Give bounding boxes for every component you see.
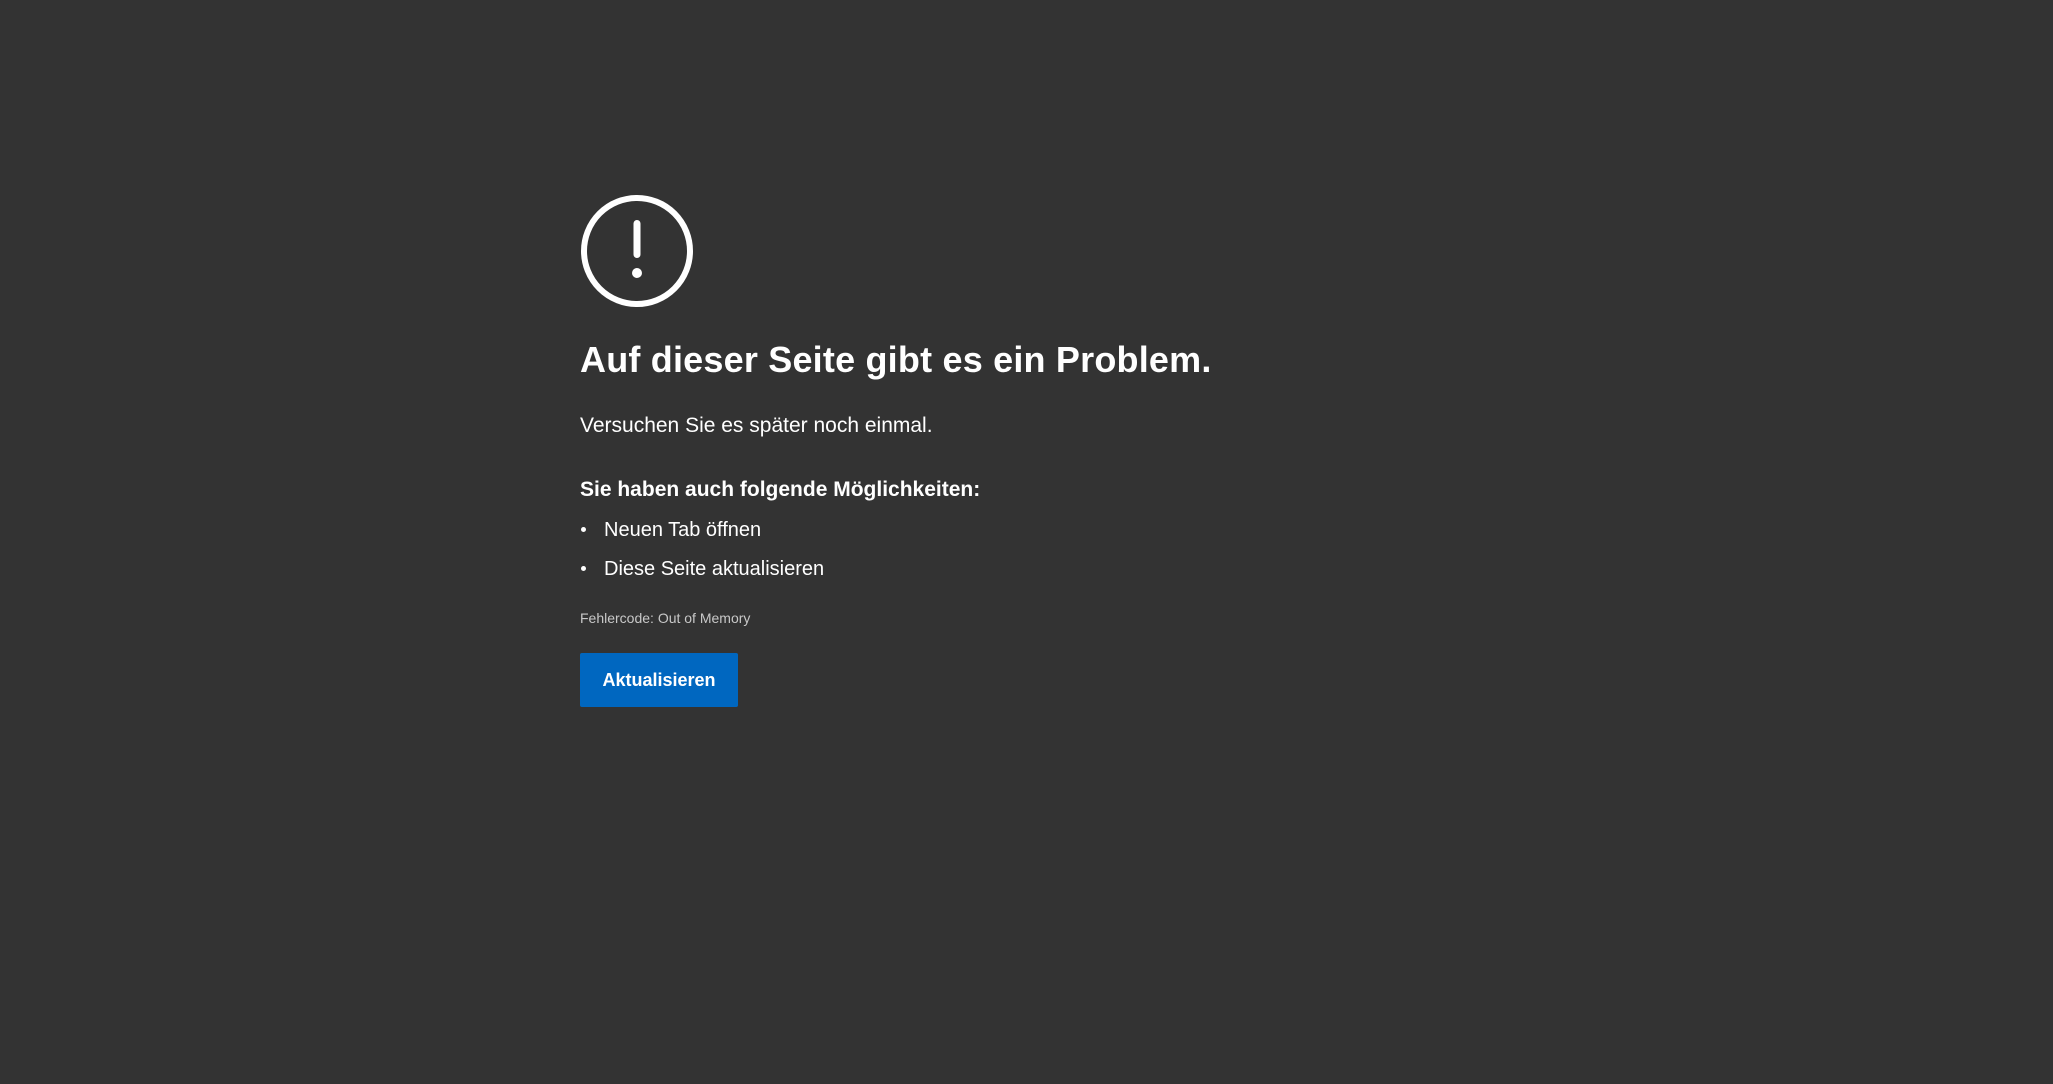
options-heading: Sie haben auch folgende Möglichkeiten: [580,478,981,501]
option-refresh-page[interactable]: Diese Seite aktualisieren [580,555,1580,583]
error-page: Auf dieser Seite gibt es ein Problem. Ve… [0,0,2053,1084]
error-content: Auf dieser Seite gibt es ein Problem. Ve… [580,194,1580,707]
option-open-new-tab[interactable]: Neuen Tab öffnen [580,516,1580,544]
bullet-icon [581,566,586,571]
refresh-button[interactable]: Aktualisieren [580,653,738,707]
options-list: Neuen Tab öffnen Diese Seite aktualisier… [580,516,1580,583]
exclamation-circle-icon [581,195,693,307]
error-code: Fehlercode: Out of Memory [580,610,751,626]
error-message: Versuchen Sie es später noch einmal. [580,414,933,437]
bullet-icon [581,527,586,532]
page-title: Auf dieser Seite gibt es ein Problem. [580,339,1212,380]
option-label: Neuen Tab öffnen [604,519,762,541]
option-label: Diese Seite aktualisieren [604,558,825,580]
